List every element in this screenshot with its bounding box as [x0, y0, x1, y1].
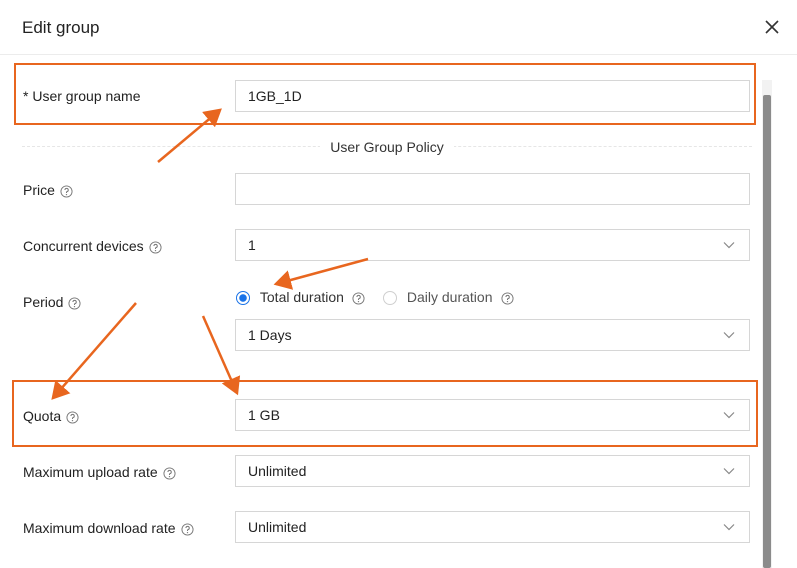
arrow-to-group-name — [157, 108, 222, 163]
arrow-to-quota-label — [51, 302, 137, 400]
arrow-to-total-duration — [273, 257, 369, 290]
arrow-to-quota-select — [201, 315, 241, 396]
annotation-arrows — [51, 108, 369, 400]
